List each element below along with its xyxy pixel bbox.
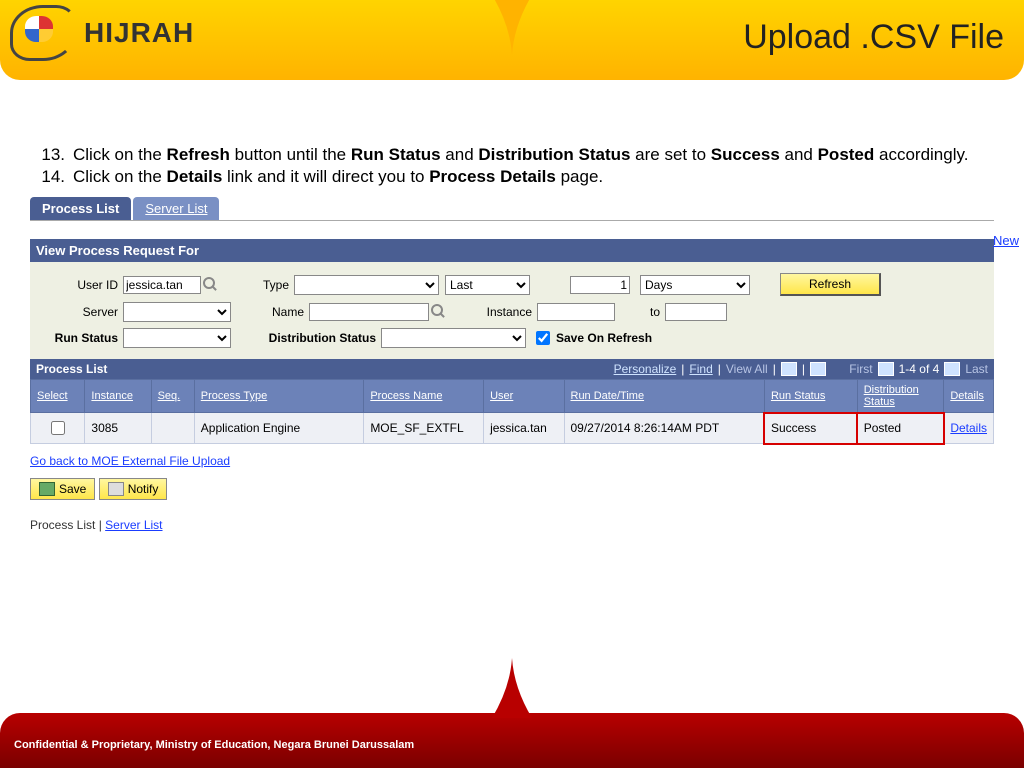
- run-status-label: Run Status: [40, 331, 123, 345]
- table-row: 3085 Application Engine MOE_SF_EXTFL jes…: [31, 413, 994, 444]
- last-link[interactable]: Last: [965, 362, 988, 376]
- view-all-link[interactable]: View All: [726, 362, 768, 376]
- instance-from-input[interactable]: [537, 303, 615, 321]
- grid-header: Process List Personalize | Find | View A…: [30, 359, 994, 379]
- save-icon: [39, 482, 55, 496]
- logo: HIJRAH: [10, 5, 194, 61]
- bottom-process-list: Process List: [30, 518, 95, 532]
- dist-status-label: Distribution Status: [231, 331, 381, 345]
- tab-server-list[interactable]: Server List: [133, 197, 219, 220]
- footer: Confidential & Proprietary, Ministry of …: [0, 713, 1024, 768]
- server-label: Server: [40, 305, 123, 319]
- save-button[interactable]: Save: [30, 478, 95, 500]
- cell-dist-status: Posted: [857, 413, 944, 444]
- user-id-input[interactable]: [123, 276, 201, 294]
- find-link[interactable]: Find: [689, 362, 712, 376]
- cell-run-datetime: 09/27/2014 8:26:14AM PDT: [564, 413, 764, 444]
- col-process-type[interactable]: Process Type: [194, 380, 364, 413]
- type-label: Type: [219, 278, 294, 292]
- name-input[interactable]: [309, 303, 429, 321]
- dist-status-select[interactable]: [381, 328, 526, 348]
- next-icon[interactable]: [944, 362, 960, 376]
- zoom-icon[interactable]: [781, 362, 797, 376]
- save-on-refresh-label: Save On Refresh: [556, 331, 652, 345]
- panel-header: View Process Request For: [30, 239, 994, 262]
- tab-process-list[interactable]: Process List: [30, 197, 131, 220]
- range-label: 1-4 of 4: [899, 362, 940, 376]
- grid-title: Process List: [36, 362, 107, 376]
- col-run-status[interactable]: Run Status: [764, 380, 857, 413]
- save-on-refresh-checkbox[interactable]: [536, 331, 550, 345]
- tab-bar: Process List Server List: [30, 197, 994, 221]
- cell-process-type: Application Engine: [194, 413, 364, 444]
- details-link[interactable]: Details: [950, 421, 987, 435]
- step-13-text: Click on the Refresh button until the Ru…: [73, 145, 989, 165]
- server-select[interactable]: [123, 302, 231, 322]
- notify-button[interactable]: Notify: [99, 478, 168, 500]
- footer-arrow-icon: [492, 658, 532, 718]
- bottom-links: Process List | Server List: [30, 518, 994, 532]
- download-icon[interactable]: [810, 362, 826, 376]
- footer-text: Confidential & Proprietary, Ministry of …: [14, 739, 414, 751]
- banner-arrow-icon: [492, 0, 532, 55]
- logo-mark-icon: [10, 5, 76, 61]
- user-id-label: User ID: [40, 278, 123, 292]
- lookup-icon[interactable]: [431, 304, 447, 320]
- personalize-link[interactable]: Personalize: [614, 362, 677, 376]
- type-select[interactable]: [294, 275, 439, 295]
- bottom-server-list-link[interactable]: Server List: [105, 518, 162, 532]
- step-number-14: 14.: [35, 167, 65, 187]
- col-details[interactable]: Details: [944, 380, 994, 413]
- last-count-input[interactable]: [570, 276, 630, 294]
- instance-label: Instance: [447, 305, 537, 319]
- col-instance[interactable]: Instance: [85, 380, 151, 413]
- refresh-button[interactable]: Refresh: [780, 273, 881, 296]
- to-label: to: [615, 305, 665, 319]
- col-process-name[interactable]: Process Name: [364, 380, 484, 413]
- col-user[interactable]: User: [484, 380, 564, 413]
- run-status-select[interactable]: [123, 328, 231, 348]
- notify-icon: [108, 482, 124, 496]
- filter-panel: User ID Type Last Days Refresh Server Na…: [30, 262, 994, 359]
- prev-icon[interactable]: [878, 362, 894, 376]
- cell-seq: [151, 413, 194, 444]
- cell-run-status: Success: [764, 413, 857, 444]
- lookup-icon[interactable]: [203, 277, 219, 293]
- page-title: Upload .CSV File: [743, 18, 1004, 57]
- col-select[interactable]: Select: [31, 380, 85, 413]
- col-seq[interactable]: Seq.: [151, 380, 194, 413]
- new-window-link[interactable]: New: [993, 233, 1019, 248]
- first-link[interactable]: First: [849, 362, 872, 376]
- instruction-block: 13. Click on the Refresh button until th…: [35, 145, 989, 187]
- last-select[interactable]: Last: [445, 275, 530, 295]
- cell-process-name: MOE_SF_EXTFL: [364, 413, 484, 444]
- col-run-datetime[interactable]: Run Date/Time: [564, 380, 764, 413]
- instance-to-input[interactable]: [665, 303, 727, 321]
- step-number-13: 13.: [35, 145, 65, 165]
- name-label: Name: [231, 305, 309, 319]
- col-dist-status[interactable]: Distribution Status: [857, 380, 944, 413]
- row-select-checkbox[interactable]: [51, 421, 65, 435]
- process-table: Select Instance Seq. Process Type Proces…: [30, 379, 994, 444]
- cell-user: jessica.tan: [484, 413, 564, 444]
- step-14-text: Click on the Details link and it will di…: [73, 167, 989, 187]
- last-unit-select[interactable]: Days: [640, 275, 750, 295]
- cell-instance: 3085: [85, 413, 151, 444]
- back-link[interactable]: Go back to MOE External File Upload: [30, 454, 230, 468]
- logo-text: HIJRAH: [84, 17, 194, 49]
